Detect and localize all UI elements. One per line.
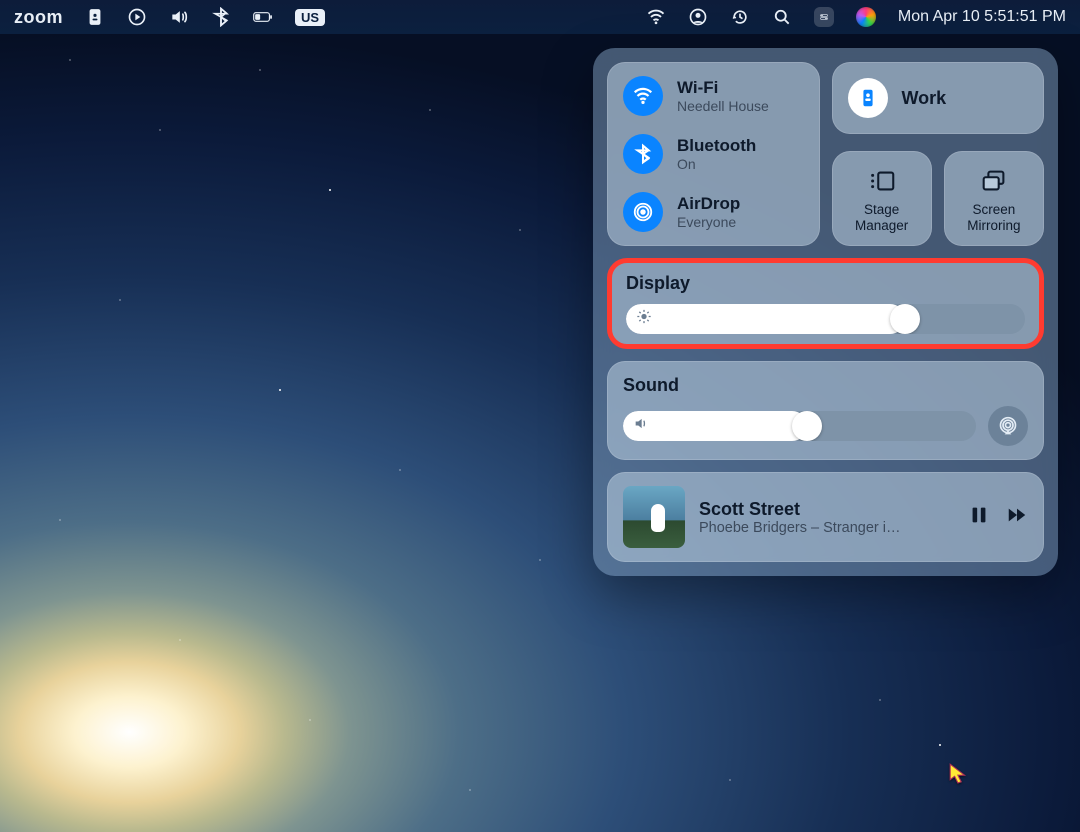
menu-bar-clock[interactable]: Mon Apr 10 5:51:51 PM bbox=[898, 8, 1066, 26]
sound-section: Sound bbox=[607, 361, 1044, 460]
volume-icon[interactable] bbox=[169, 7, 189, 27]
airdrop-label: AirDrop bbox=[677, 194, 740, 214]
bluetooth-icon bbox=[623, 134, 663, 174]
stage-manager-label: Stage Manager bbox=[855, 202, 908, 233]
spotlight-icon[interactable] bbox=[772, 7, 792, 27]
screen-mirroring-icon bbox=[979, 166, 1009, 196]
next-track-button[interactable] bbox=[1006, 504, 1028, 531]
time-machine-icon[interactable] bbox=[730, 7, 750, 27]
now-playing-tile[interactable]: Scott Street Phoebe Bridgers – Stranger … bbox=[607, 472, 1044, 562]
battery-icon[interactable] bbox=[253, 7, 273, 27]
bluetooth-toggle[interactable]: Bluetooth On bbox=[623, 134, 804, 174]
screen-mirroring-button[interactable]: Screen Mirroring bbox=[944, 151, 1044, 246]
airdrop-icon bbox=[623, 192, 663, 232]
airplay-audio-button[interactable] bbox=[988, 406, 1028, 446]
bluetooth-icon[interactable] bbox=[211, 7, 231, 27]
now-playing-icon[interactable] bbox=[127, 7, 147, 27]
brightness-slider[interactable] bbox=[626, 304, 1025, 334]
user-icon[interactable] bbox=[688, 7, 708, 27]
media-subtitle: Phoebe Bridgers – Stranger i… bbox=[699, 520, 954, 536]
id-badge-icon[interactable] bbox=[85, 7, 105, 27]
input-source-badge[interactable]: US bbox=[295, 9, 325, 26]
focus-tile[interactable]: Work bbox=[832, 62, 1045, 134]
stage-manager-button[interactable]: Stage Manager bbox=[832, 151, 932, 246]
wifi-toggle[interactable]: Wi-Fi Needell House bbox=[623, 76, 804, 116]
screen-mirroring-label: Screen Mirroring bbox=[967, 202, 1020, 233]
active-app-name[interactable]: zoom bbox=[14, 7, 63, 28]
mini-tiles-row: Stage Manager Screen Mirroring bbox=[832, 151, 1045, 246]
airdrop-status: Everyone bbox=[677, 214, 740, 230]
sound-label: Sound bbox=[623, 375, 1028, 396]
album-art bbox=[623, 486, 685, 548]
focus-work-icon bbox=[848, 78, 888, 118]
mouse-cursor bbox=[948, 762, 970, 789]
menu-bar: zoom US Mon bbox=[0, 0, 1080, 34]
wifi-icon bbox=[623, 76, 663, 116]
volume-icon bbox=[633, 416, 649, 437]
pause-button[interactable] bbox=[968, 504, 990, 531]
airdrop-toggle[interactable]: AirDrop Everyone bbox=[623, 192, 804, 232]
media-title: Scott Street bbox=[699, 499, 954, 520]
connectivity-tile: Wi-Fi Needell House Bluetooth On AirDrop… bbox=[607, 62, 820, 246]
display-section-highlighted: Display bbox=[607, 258, 1044, 349]
control-center-icon[interactable] bbox=[814, 7, 834, 27]
wifi-network-name: Needell House bbox=[677, 98, 769, 114]
stage-manager-icon bbox=[867, 166, 897, 196]
bluetooth-status: On bbox=[677, 156, 756, 172]
volume-slider[interactable] bbox=[623, 411, 976, 441]
brightness-icon bbox=[636, 309, 652, 330]
wifi-icon[interactable] bbox=[646, 7, 666, 27]
focus-label: Work bbox=[902, 88, 947, 109]
bluetooth-label: Bluetooth bbox=[677, 136, 756, 156]
siri-icon[interactable] bbox=[856, 7, 876, 27]
airplay-icon bbox=[998, 416, 1018, 436]
display-label: Display bbox=[626, 273, 1025, 294]
wifi-label: Wi-Fi bbox=[677, 78, 769, 98]
control-center-panel: Wi-Fi Needell House Bluetooth On AirDrop… bbox=[593, 48, 1058, 576]
